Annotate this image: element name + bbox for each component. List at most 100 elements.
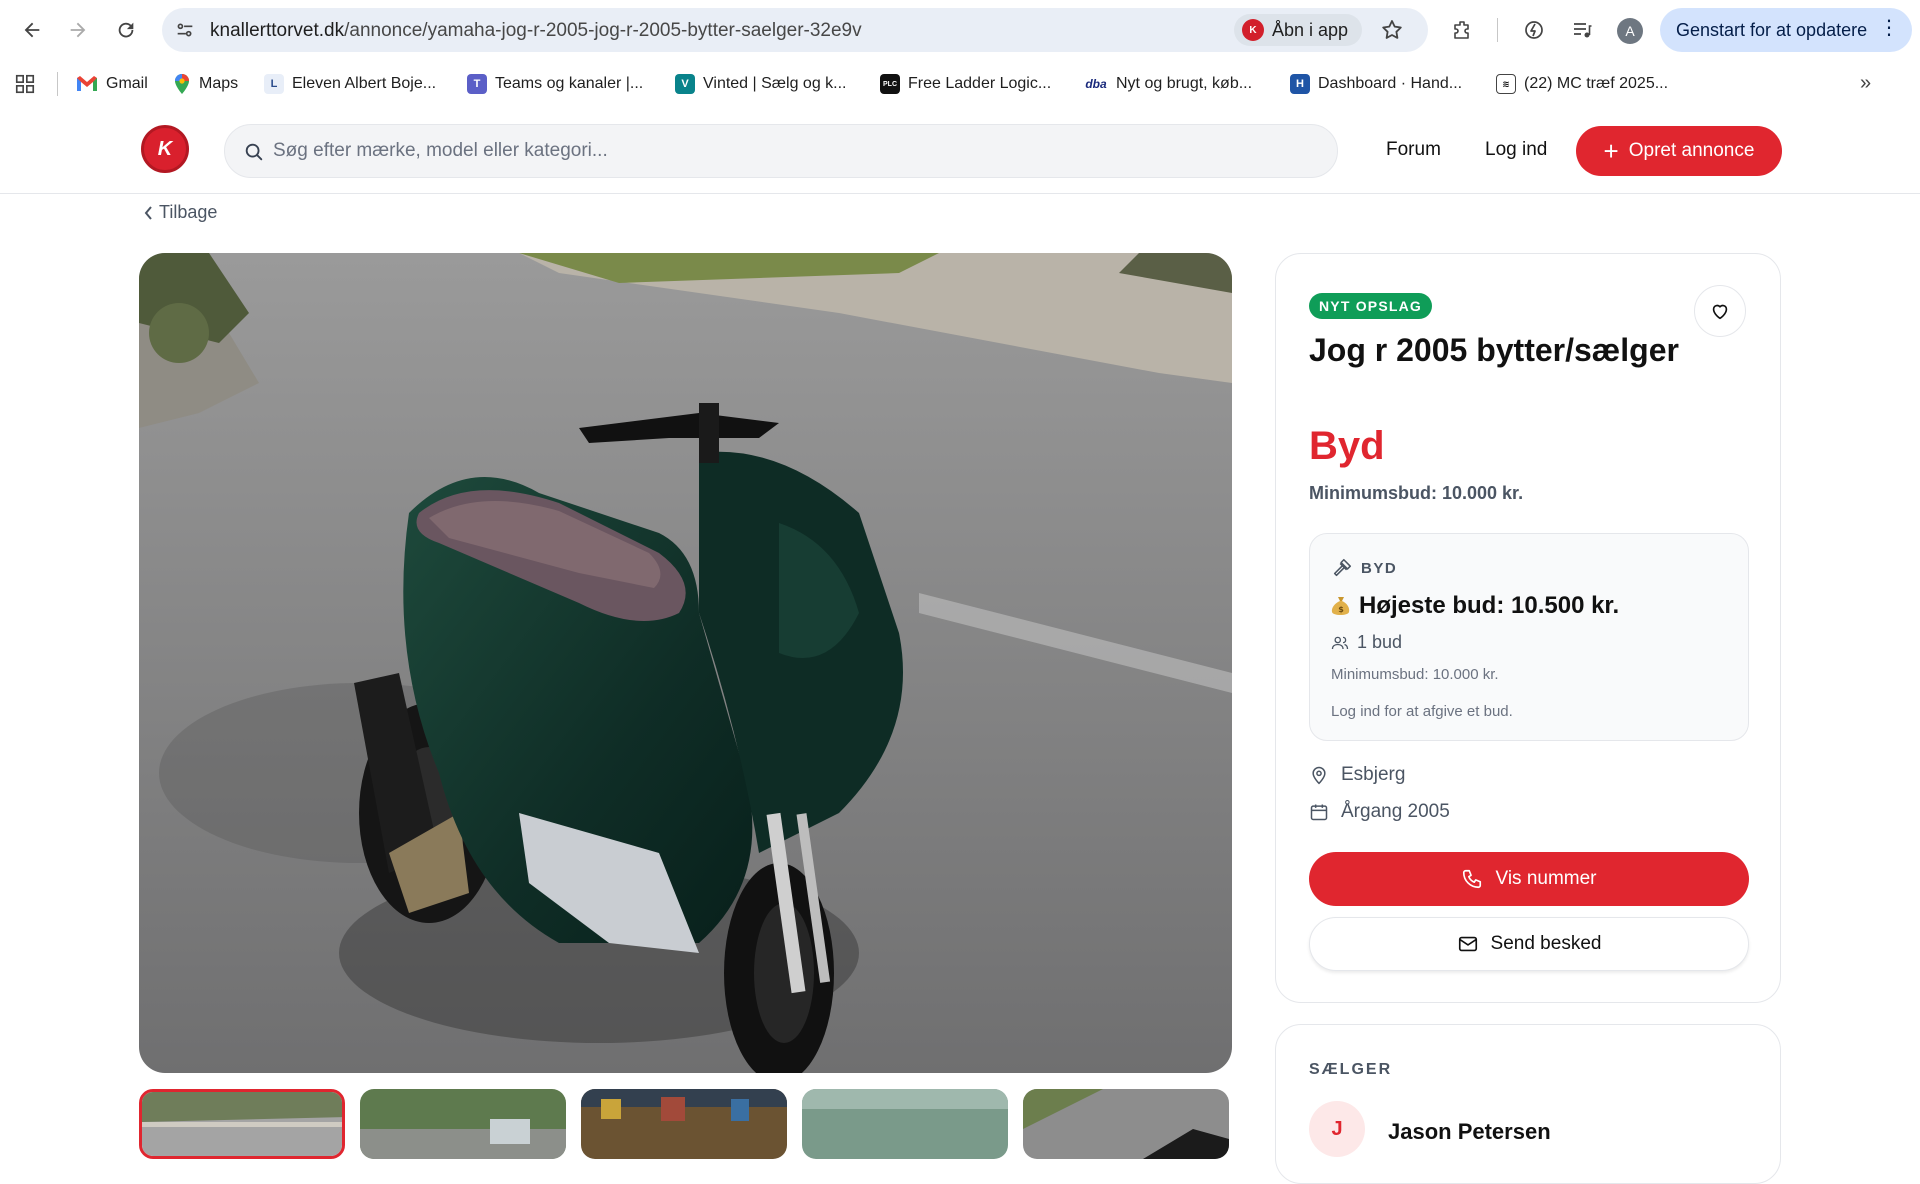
open-in-app-button[interactable]: K Åbn i app (1234, 14, 1363, 46)
listing-year: Årgang 2005 (1309, 801, 1450, 823)
thumbnail-image (142, 1092, 342, 1156)
browser-toolbar: knallerttorvet.dk/annonce/yamaha-jog-r-2… (0, 0, 1920, 60)
bid-label-text: BYD (1361, 559, 1398, 577)
bookmark-eleven[interactable]: L Eleven Albert Boje... (264, 72, 436, 96)
eleven-favicon: L (264, 74, 284, 94)
site-logo[interactable]: K (141, 125, 189, 173)
thumbnail-strip (139, 1089, 1232, 1159)
app-logo-icon: K (1242, 19, 1264, 41)
more-menu-icon[interactable]: ⋮ (1879, 18, 1899, 38)
show-number-label: Vis nummer (1495, 868, 1597, 889)
minimum-bid: Minimumsbud: 10.000 kr. (1309, 483, 1524, 503)
highest-bid-text: Højeste bud: 10.500 kr. (1359, 592, 1620, 619)
search-bar[interactable] (224, 124, 1338, 178)
bid-section-label: BYD (1331, 557, 1397, 579)
forward-arrow-icon[interactable] (58, 10, 98, 50)
plc-favicon: PLC (880, 74, 900, 94)
bookmarks-divider (57, 72, 58, 96)
bookmark-label: Dashboard · Hand... (1318, 75, 1463, 92)
year-text: Årgang 2005 (1341, 801, 1450, 822)
bookmark-label: Vinted | Sælg og k... (703, 75, 847, 92)
bookmark-label: Eleven Albert Boje... (292, 75, 437, 92)
listing-title: Jog r 2005 bytter/sælger (1309, 332, 1679, 368)
location-text: Esbjerg (1341, 764, 1406, 785)
bookmark-gmail[interactable]: Gmail (76, 72, 148, 96)
toolbar-divider (1497, 18, 1498, 42)
profile-avatar[interactable]: A (1617, 18, 1643, 44)
bookmark-label: Gmail (106, 75, 148, 92)
maps-pin-icon (175, 74, 189, 94)
bookmark-mc-traef[interactable]: ≋ (22) MC træf 2025... (1496, 72, 1668, 96)
bid-count: 1 bud (1331, 632, 1402, 653)
apps-grid-icon[interactable] (14, 73, 36, 95)
site-info-icon[interactable] (174, 19, 196, 41)
search-icon (245, 143, 263, 161)
bookmark-star-icon[interactable] (1380, 18, 1404, 42)
gavel-icon (1333, 558, 1352, 577)
thumbnail[interactable] (581, 1089, 787, 1159)
back-label: Tilbage (159, 202, 218, 222)
reload-icon[interactable] (106, 10, 146, 50)
gmail-icon (77, 76, 97, 91)
thumbnail-image (360, 1089, 566, 1159)
listing-info-card: NYT OPSLAG Jog r 2005 bytter/sælger Byd … (1275, 253, 1781, 1003)
back-link[interactable]: Tilbage (143, 202, 217, 223)
thumbnail[interactable] (802, 1089, 1008, 1159)
bookmark-teams[interactable]: T Teams og kanaler |... (467, 72, 643, 96)
plus-icon: + (1603, 136, 1619, 166)
favorite-button[interactable] (1694, 285, 1746, 337)
bookmark-dba[interactable]: dba Nyt og brugt, køb... (1084, 72, 1252, 96)
seller-name[interactable]: Jason Petersen (1388, 1119, 1551, 1145)
bookmark-vinted[interactable]: V Vinted | Sælg og k... (675, 72, 847, 96)
bid-minimum-note: Minimumsbud: 10.000 kr. (1331, 666, 1499, 683)
create-listing-button[interactable]: + Opret annonce (1576, 126, 1782, 176)
open-in-app-label: Åbn i app (1272, 19, 1349, 40)
location-pin-icon (1312, 766, 1326, 785)
new-listing-badge: NYT OPSLAG (1309, 293, 1433, 319)
thumbnail-image (581, 1089, 787, 1159)
login-to-bid-note: Log ind for at afgive et bud. (1331, 703, 1513, 720)
show-number-button[interactable]: Vis nummer (1309, 852, 1749, 906)
seller-label: SÆLGER (1309, 1061, 1393, 1078)
send-message-label: Send besked (1490, 933, 1602, 954)
teams-favicon: T (467, 74, 487, 94)
thumbnail[interactable] (1023, 1089, 1229, 1159)
dba-favicon: dba (1085, 77, 1107, 91)
restart-label: Genstart for at opdatere (1676, 19, 1868, 40)
bookmarks-overflow-icon[interactable]: » (1860, 72, 1871, 95)
bookmark-label: Free Ladder Logic... (908, 75, 1052, 92)
seller-card: SÆLGER J Jason Petersen (1275, 1024, 1781, 1184)
svg-text:$: $ (1338, 605, 1344, 614)
address-bar[interactable]: knallerttorvet.dk/annonce/yamaha-jog-r-2… (162, 8, 1428, 52)
vinted-favicon: V (675, 74, 695, 94)
url-text: knallerttorvet.dk/annonce/yamaha-jog-r-2… (210, 20, 862, 41)
extensions-icon[interactable] (1449, 16, 1477, 44)
search-input[interactable] (273, 125, 1323, 177)
performance-icon[interactable] (1520, 16, 1548, 44)
create-listing-label: Opret annonce (1628, 140, 1755, 161)
restart-to-update-button[interactable]: Genstart for at opdatere ⋮ (1660, 8, 1912, 52)
forum-link[interactable]: Forum (1386, 139, 1441, 161)
listing-location: Esbjerg (1309, 764, 1405, 786)
phone-icon (1463, 869, 1482, 889)
bookmark-plc[interactable]: PLC Free Ladder Logic... (880, 72, 1051, 96)
seller-avatar[interactable]: J (1309, 1101, 1365, 1157)
bookmark-label: Teams og kanaler |... (495, 75, 644, 92)
bid-box: BYD $ Højeste bud: 10.500 kr. 1 bud Mini… (1309, 533, 1749, 741)
login-link[interactable]: Log ind (1485, 139, 1547, 161)
thumbnail-image (1023, 1089, 1229, 1159)
bookmark-label: (22) MC træf 2025... (1524, 75, 1669, 92)
send-message-button[interactable]: Send besked (1309, 917, 1749, 971)
money-bag-icon: $ (1331, 597, 1350, 615)
thumbnail-image (802, 1089, 1008, 1159)
thumbnail[interactable] (139, 1089, 345, 1159)
calendar-icon (1310, 804, 1328, 821)
listing-main-photo[interactable] (139, 253, 1232, 1073)
bookmark-maps[interactable]: Maps (173, 72, 238, 96)
listing-price: Byd (1309, 424, 1385, 468)
bookmark-dashboard[interactable]: H Dashboard · Hand... (1290, 72, 1462, 96)
media-queue-icon[interactable] (1568, 16, 1596, 44)
bookmarks-bar: Gmail Maps L Eleven Albert Boje... T Tea… (0, 60, 1920, 108)
back-arrow-icon[interactable] (12, 10, 52, 50)
thumbnail[interactable] (360, 1089, 566, 1159)
